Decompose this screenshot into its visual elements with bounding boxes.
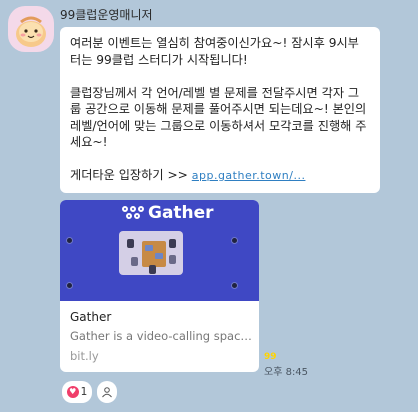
- gather-logo-text: Gather: [148, 203, 214, 223]
- card-domain: bit.ly: [70, 349, 99, 363]
- message-paragraph: 클럽장님께서 각 언어/레벨 별 문제를 전달주시면 각자 그룹 공간으로 이동…: [70, 85, 367, 150]
- link-prefix: 게더타운 입장하기 >>: [70, 168, 192, 182]
- sender-avatar[interactable]: [8, 6, 54, 52]
- avatar-character-icon: [16, 16, 46, 47]
- gather-logo-icon: [122, 206, 144, 220]
- heart-icon: ♥: [66, 386, 79, 398]
- gather-link[interactable]: app.gather.town/...: [192, 169, 306, 182]
- sparkle-icon: [231, 282, 238, 289]
- message-link-line: 게더타운 입장하기 >> app.gather.town/...: [70, 167, 370, 185]
- sparkle-icon: [66, 237, 73, 244]
- preview-image: Gather: [60, 200, 259, 301]
- card-title: Gather: [70, 310, 112, 324]
- add-reaction-button[interactable]: [97, 381, 117, 403]
- like-count: 1: [80, 386, 88, 398]
- sender-name[interactable]: 99클럽운영매니저: [60, 6, 153, 23]
- card-description: Gather is a video-calling space ...: [70, 329, 252, 343]
- message-bubble[interactable]: 여러분 이벤트는 열심히 참여중이신가요~! 잠시후 9시부터는 99클럽 스터…: [60, 27, 380, 193]
- like-reaction[interactable]: ♥ 1: [62, 381, 92, 403]
- sparkle-icon: [66, 282, 73, 289]
- message-paragraph: 여러분 이벤트는 열심히 참여중이신가요~! 잠시후 9시부터는 99클럽 스터…: [70, 36, 359, 67]
- unread-count: 99: [264, 352, 277, 362]
- link-preview-card[interactable]: Gather Gather Gather is a video-calling …: [60, 200, 259, 372]
- message-timestamp: 오후 8:45: [264, 367, 309, 378]
- sparkle-icon: [231, 237, 238, 244]
- gather-logo: Gather: [122, 203, 214, 223]
- person-icon: [102, 387, 112, 398]
- preview-room-illustration: [119, 231, 183, 275]
